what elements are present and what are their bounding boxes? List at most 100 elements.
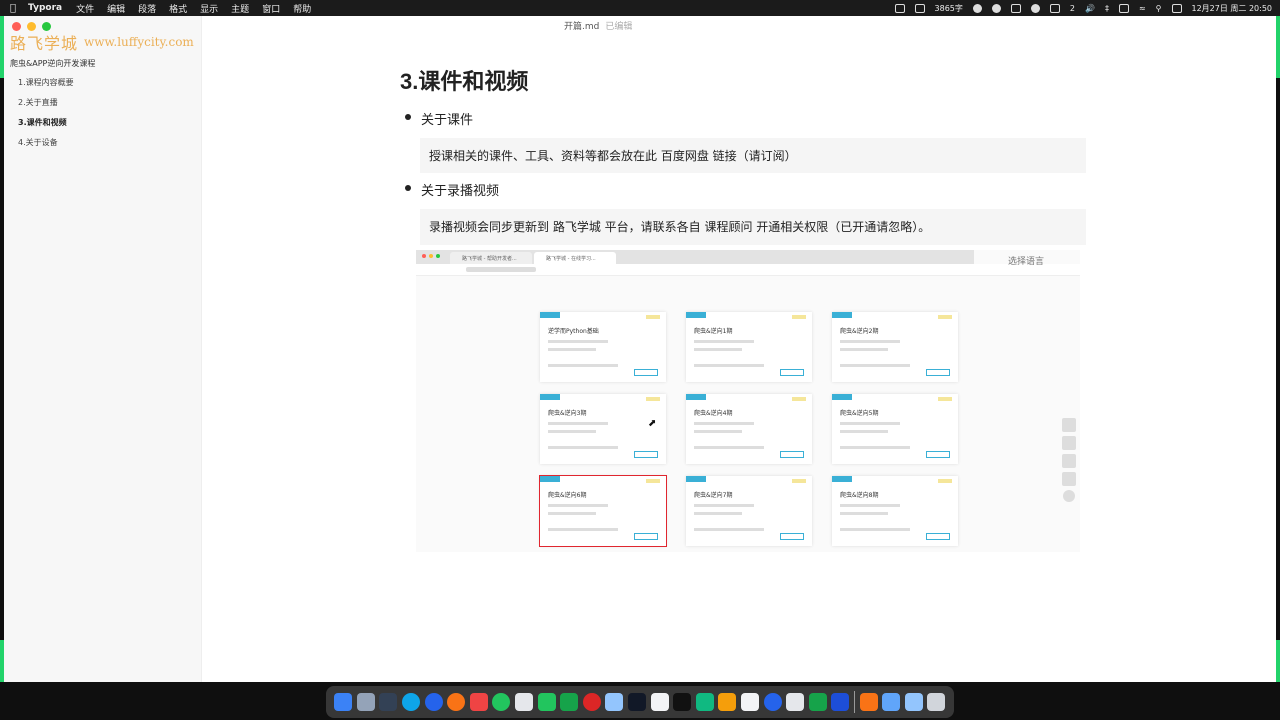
course-card[interactable]: 爬虫&逆向8期 — [832, 476, 958, 546]
clock[interactable]: 12月27日 周二 20:50 — [1192, 3, 1273, 14]
card-button[interactable] — [780, 451, 804, 458]
qq-icon[interactable] — [786, 693, 805, 711]
mission-control-icon[interactable] — [379, 693, 398, 711]
terminal-icon[interactable] — [628, 693, 647, 711]
wechat-dock-icon[interactable] — [560, 693, 579, 711]
card-button[interactable] — [780, 369, 804, 376]
bullet-item-video[interactable]: 关于录播视频 — [421, 180, 499, 199]
network-icon[interactable] — [1030, 3, 1040, 13]
firefox-icon[interactable] — [447, 693, 466, 711]
menu-paragraph[interactable]: 段落 — [138, 2, 156, 15]
sublime-icon[interactable] — [718, 693, 737, 711]
bullet-item-courseware[interactable]: 关于课件 — [421, 109, 473, 128]
course-card[interactable]: 爬虫&逆向2期 — [832, 312, 958, 382]
browser-address-bar — [416, 264, 1080, 276]
quote-video[interactable]: 录播视频会同步更新到 路飞学城 平台，请联系各自 课程顾问 开通相关权限（已开通… — [420, 209, 1086, 245]
card-line — [840, 422, 900, 425]
vscode-icon[interactable] — [763, 693, 782, 711]
card-line — [548, 422, 608, 425]
control-center-icon[interactable] — [1171, 3, 1182, 13]
chrome-icon[interactable] — [492, 693, 511, 711]
mic-icon[interactable] — [991, 3, 1001, 13]
launchpad-icon[interactable] — [356, 693, 375, 711]
outline-item-4[interactable]: 4.关于设备 — [18, 137, 95, 148]
card-line — [694, 364, 764, 367]
recording-frame-edge — [1276, 640, 1280, 682]
menu-edit[interactable]: 编辑 — [107, 2, 125, 15]
battery-icon[interactable] — [1118, 3, 1129, 13]
wechat-icon[interactable] — [972, 3, 982, 13]
card-line — [694, 504, 754, 507]
bluetooth-icon[interactable]: ‡ — [1105, 4, 1109, 13]
excel-icon[interactable] — [808, 693, 827, 711]
menu-help[interactable]: 帮助 — [293, 2, 311, 15]
safari-icon[interactable] — [402, 693, 421, 711]
mouse-cursor-icon: ⬈ — [648, 418, 657, 429]
card-button[interactable] — [926, 369, 950, 376]
card-title: 爬虫&逆向5期 — [840, 410, 879, 417]
downloads-icon[interactable] — [904, 693, 923, 711]
course-card[interactable]: 爬虫&逆向6期 — [539, 475, 667, 547]
course-card[interactable]: 逆学而Python基础 — [540, 312, 666, 382]
browser-tabbar: 路飞学城 - 帮助开发者... 路飞学城 - 在线学习... — [416, 250, 974, 264]
cloud-icon[interactable] — [914, 3, 925, 13]
netease-music-icon[interactable] — [582, 693, 601, 711]
course-card[interactable]: 爬虫&逆向1期 — [686, 312, 812, 382]
webstorm-icon[interactable] — [673, 693, 692, 711]
archive-icon[interactable] — [859, 693, 878, 711]
card-line — [840, 446, 910, 449]
outline-item-1[interactable]: 1.课程内容概要 — [18, 77, 95, 88]
embedded-screenshot[interactable]: 路飞学城 - 帮助开发者... 路飞学城 - 在线学习... 选择语言 逆学而P… — [416, 250, 1080, 552]
quote-courseware[interactable]: 授课相关的课件、工具、资料等都会放在此 百度网盘 链接（请订阅） — [420, 138, 1086, 173]
lock-icon[interactable] — [1049, 3, 1060, 13]
course-card[interactable]: 爬虫&逆向3期 — [540, 394, 666, 464]
card-title: 爬虫&逆向3期 — [548, 410, 587, 417]
card-button[interactable] — [634, 533, 658, 540]
card-button[interactable] — [634, 369, 658, 376]
textedit-icon[interactable] — [650, 693, 669, 711]
volume-icon[interactable]: 🔊 — [1085, 4, 1095, 13]
menu-window[interactable]: 窗口 — [262, 2, 280, 15]
feishu-icon[interactable] — [831, 693, 850, 711]
search-icon[interactable]: ⚲ — [1156, 4, 1162, 13]
card-button[interactable] — [926, 451, 950, 458]
select-language-link[interactable]: 选择语言 — [1008, 254, 1044, 267]
apple-icon[interactable]:  — [10, 3, 16, 14]
help-icon — [1062, 418, 1076, 432]
menu-view[interactable]: 显示 — [200, 2, 218, 15]
wifi-icon[interactable]: ≈ — [1139, 4, 1146, 13]
calendar-icon[interactable] — [515, 693, 534, 711]
finder-icon[interactable] — [334, 693, 353, 711]
word-count[interactable]: 3865字 — [935, 3, 963, 14]
card-title: 爬虫&逆向7期 — [694, 492, 733, 499]
screen-record-icon[interactable] — [894, 3, 905, 13]
notification-count[interactable]: 2 — [1070, 4, 1075, 13]
card-tag — [540, 312, 560, 318]
preview-icon[interactable] — [605, 693, 624, 711]
folder-icon[interactable] — [882, 693, 901, 711]
outline-item-3[interactable]: 3.课件和视频 — [18, 117, 95, 128]
card-button[interactable] — [780, 533, 804, 540]
section-heading[interactable]: 3.课件和视频 — [400, 64, 528, 96]
menu-theme[interactable]: 主题 — [231, 2, 249, 15]
outline-root[interactable]: 爬虫&APP逆向开发课程 — [10, 58, 95, 69]
trash-icon[interactable] — [927, 693, 946, 711]
menu-bar:  Typora 文件 编辑 段落 格式 显示 主题 窗口 帮助 3865字 2… — [0, 0, 1280, 16]
course-card[interactable]: 爬虫&逆向5期 — [832, 394, 958, 464]
menu-file[interactable]: 文件 — [76, 2, 94, 15]
app-menu[interactable]: Typora — [28, 3, 62, 13]
card-ribbon — [646, 397, 660, 401]
card-button[interactable] — [634, 451, 658, 458]
course-card[interactable]: 爬虫&逆向7期 — [686, 476, 812, 546]
grid-icon[interactable] — [1010, 3, 1021, 13]
pycharm-icon[interactable] — [695, 693, 714, 711]
typora-icon[interactable] — [740, 693, 759, 711]
menu-format[interactable]: 格式 — [169, 2, 187, 15]
outline-item-2[interactable]: 2.关于直播 — [18, 97, 95, 108]
card-button[interactable] — [926, 533, 950, 540]
edge-icon[interactable] — [424, 693, 443, 711]
qr-icon — [1062, 472, 1076, 486]
git-icon[interactable] — [469, 693, 488, 711]
course-card[interactable]: 爬虫&逆向4期 — [686, 394, 812, 464]
messages-icon[interactable] — [537, 693, 556, 711]
